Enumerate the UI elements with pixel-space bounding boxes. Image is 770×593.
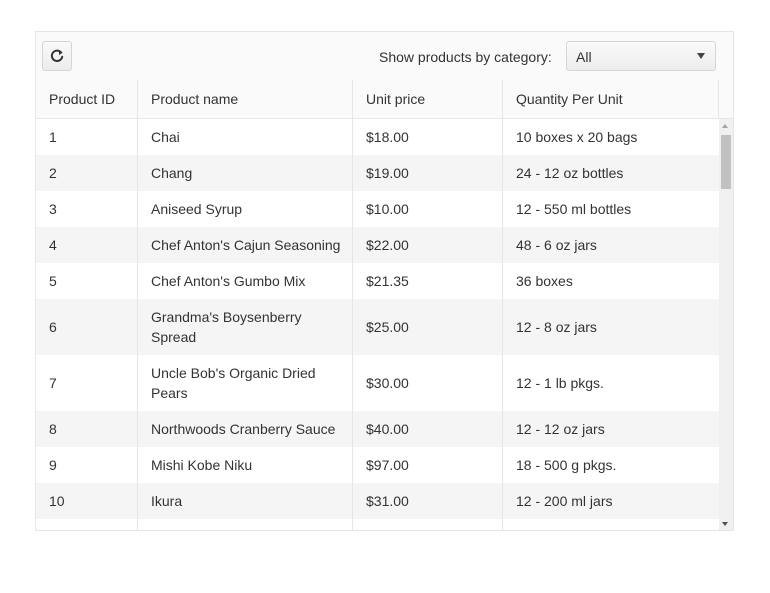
cell-product-id: 2 bbox=[36, 155, 138, 191]
scroll-up-arrow-icon[interactable] bbox=[722, 124, 728, 128]
cell-product-id: 9 bbox=[36, 447, 138, 483]
cell-unit-price: $10.00 bbox=[353, 191, 503, 227]
column-header-product-id[interactable]: Product ID bbox=[36, 80, 138, 118]
scroll-down-arrow-icon[interactable] bbox=[722, 522, 728, 526]
cell-product-name: Mishi Kobe Niku bbox=[138, 447, 353, 483]
cell-product-name-line: Spread bbox=[151, 329, 197, 345]
cell-product-name: Chef Anton's Gumbo Mix bbox=[138, 263, 353, 299]
category-filter-label: Show products by category: bbox=[379, 49, 552, 65]
cell-quantity-per-unit: 12 - 550 ml bottles bbox=[516, 201, 632, 217]
table-row[interactable]: 10 Ikura $31.00 12 - 200 ml jars bbox=[36, 483, 719, 519]
cell-unit-price: $30.00 bbox=[353, 355, 503, 411]
cell-unit-price: $19.00 bbox=[353, 155, 503, 191]
cell-quantity-per-unit: 12 - 1 lb pkgs. bbox=[516, 375, 604, 391]
cell-product-id: 10 bbox=[36, 483, 138, 519]
cell-product-name: Chai bbox=[138, 119, 353, 155]
cell-product-name: Northwoods Cranberry Sauce bbox=[138, 411, 353, 447]
table-row[interactable]: 1 Chai $18.00 10 boxes x 20 bags bbox=[36, 119, 719, 155]
cell-product-name: Aniseed Syrup bbox=[138, 191, 353, 227]
cell-unit-price: $40.00 bbox=[353, 411, 503, 447]
cell-quantity-per-unit: 12 - 200 ml jars bbox=[516, 493, 613, 509]
refresh-button[interactable] bbox=[42, 41, 72, 71]
cell-product-name-line: Pears bbox=[151, 385, 188, 401]
column-header-product-name[interactable]: Product name bbox=[138, 80, 353, 118]
cell-unit-price: $21.35 bbox=[353, 263, 503, 299]
vertical-scrollbar[interactable] bbox=[719, 119, 733, 530]
cell-quantity-per-unit bbox=[503, 519, 719, 530]
cell-unit-price: $31.00 bbox=[353, 483, 503, 519]
cell-product-name: Chef Anton's Cajun Seasoning bbox=[138, 227, 353, 263]
cell-product-id: 8 bbox=[36, 411, 138, 447]
cell-product-id: 5 bbox=[36, 263, 138, 299]
products-grid: Show products by category: All Product I… bbox=[35, 31, 734, 531]
table-row[interactable]: 2 Chang $19.00 24 - 12 oz bottles bbox=[36, 155, 719, 191]
table-row[interactable]: 3 Aniseed Syrup $10.00 12 - 550 ml bottl… bbox=[36, 191, 719, 227]
column-header-unit-price[interactable]: Unit price bbox=[353, 80, 503, 118]
chevron-down-icon bbox=[697, 53, 705, 59]
cell-product-name-line: Grandma's Boysenberry bbox=[151, 309, 302, 325]
scrollbar-thumb[interactable] bbox=[721, 135, 731, 189]
cell-quantity-per-unit: 36 boxes bbox=[516, 273, 573, 289]
table-row[interactable] bbox=[36, 519, 719, 530]
table-row[interactable]: 9 Mishi Kobe Niku $97.00 18 - 500 g pkgs… bbox=[36, 447, 719, 483]
cell-quantity-per-unit: 48 - 6 oz jars bbox=[516, 237, 597, 253]
cell-product-id: 6 bbox=[36, 299, 138, 355]
refresh-icon bbox=[50, 49, 64, 62]
table-row[interactable]: 8 Northwoods Cranberry Sauce $40.00 12 -… bbox=[36, 411, 719, 447]
cell-product-id: 7 bbox=[36, 355, 138, 411]
cell-quantity-per-unit: 18 - 500 g pkgs. bbox=[516, 457, 617, 473]
table-row[interactable]: 7 Uncle Bob's Organic Dried Pears $30.00… bbox=[36, 355, 719, 411]
category-dropdown[interactable]: All bbox=[566, 41, 716, 71]
cell-product-name-line: Uncle Bob's Organic Dried bbox=[151, 365, 316, 381]
cell-product-name: Ikura bbox=[138, 483, 353, 519]
cell-unit-price: $97.00 bbox=[353, 447, 503, 483]
cell-product-id bbox=[36, 519, 138, 530]
cell-product-name: Chang bbox=[138, 155, 353, 191]
cell-product-id: 4 bbox=[36, 227, 138, 263]
cell-quantity-per-unit: 24 - 12 oz bottles bbox=[516, 165, 624, 181]
cell-unit-price: $22.00 bbox=[353, 227, 503, 263]
grid-toolbar: Show products by category: All bbox=[36, 32, 733, 81]
cell-product-name: Grandma's Boysenberry Spread bbox=[138, 299, 353, 355]
cell-quantity-per-unit: 10 boxes x 20 bags bbox=[516, 129, 638, 145]
cell-quantity-per-unit: 12 - 8 oz jars bbox=[516, 319, 597, 335]
cell-quantity-per-unit: 12 - 12 oz jars bbox=[516, 421, 605, 437]
cell-product-id: 1 bbox=[36, 119, 138, 155]
header-scroll-spacer bbox=[719, 80, 733, 118]
cell-product-id: 3 bbox=[36, 191, 138, 227]
grid-header: Product ID Product name Unit price Quant… bbox=[36, 80, 733, 119]
cell-product-name: Uncle Bob's Organic Dried Pears bbox=[138, 355, 353, 411]
cell-unit-price bbox=[353, 519, 503, 530]
cell-product-name bbox=[138, 519, 353, 530]
grid-body: 1 Chai $18.00 10 boxes x 20 bags 2 Chang… bbox=[36, 119, 719, 530]
category-dropdown-value: All bbox=[576, 49, 592, 65]
cell-unit-price: $18.00 bbox=[353, 119, 503, 155]
table-row[interactable]: 6 Grandma's Boysenberry Spread $25.00 12… bbox=[36, 299, 719, 355]
table-row[interactable]: 4 Chef Anton's Cajun Seasoning $22.00 48… bbox=[36, 227, 719, 263]
table-row[interactable]: 5 Chef Anton's Gumbo Mix $21.35 36 boxes bbox=[36, 263, 719, 299]
column-header-quantity-per-unit[interactable]: Quantity Per Unit bbox=[503, 80, 719, 118]
cell-unit-price: $25.00 bbox=[353, 299, 503, 355]
